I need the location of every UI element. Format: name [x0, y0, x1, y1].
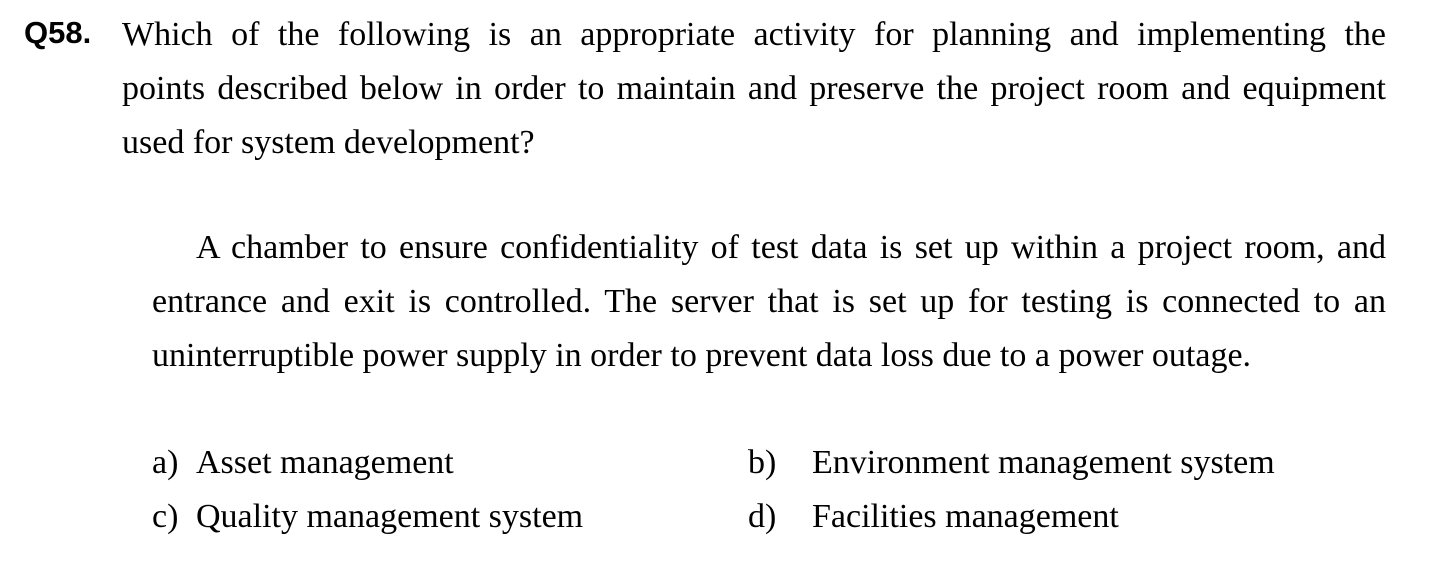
question-line-3: used for system development?: [122, 124, 535, 161]
option-b-text: Environment management system: [812, 444, 1275, 481]
option-b[interactable]: b) Environment management system: [748, 443, 1275, 483]
question-line-2: points described below in order to maint…: [122, 70, 1386, 107]
passage-line-3: uninterruptible power supply in order to…: [152, 337, 1252, 374]
question-page: Q58. Which of the following is an approp…: [0, 0, 1450, 574]
option-c-text: Quality management system: [196, 498, 584, 535]
question-text: Which of the following is an appropriate…: [122, 8, 1386, 170]
question-line-1: Which of the following is an appropriate…: [122, 16, 1386, 53]
option-a-letter: a): [152, 444, 179, 481]
option-b-letter: b): [748, 444, 777, 481]
option-d[interactable]: d) Facilities management: [748, 497, 1119, 537]
option-a[interactable]: a) Asset management: [152, 443, 454, 483]
option-c-letter: c): [152, 498, 179, 535]
passage: A chamber to ensure confidentiality of t…: [152, 221, 1386, 383]
option-c[interactable]: c) Quality management system: [152, 497, 583, 537]
option-a-text: Asset management: [196, 444, 454, 481]
passage-line-1: A chamber to ensure confidentiality of t…: [196, 229, 1386, 266]
passage-line-2: entrance and exit is controlled. The ser…: [152, 283, 1386, 320]
question-number: Q58.: [24, 15, 92, 50]
option-d-letter: d): [748, 498, 777, 535]
option-d-text: Facilities management: [812, 498, 1119, 535]
